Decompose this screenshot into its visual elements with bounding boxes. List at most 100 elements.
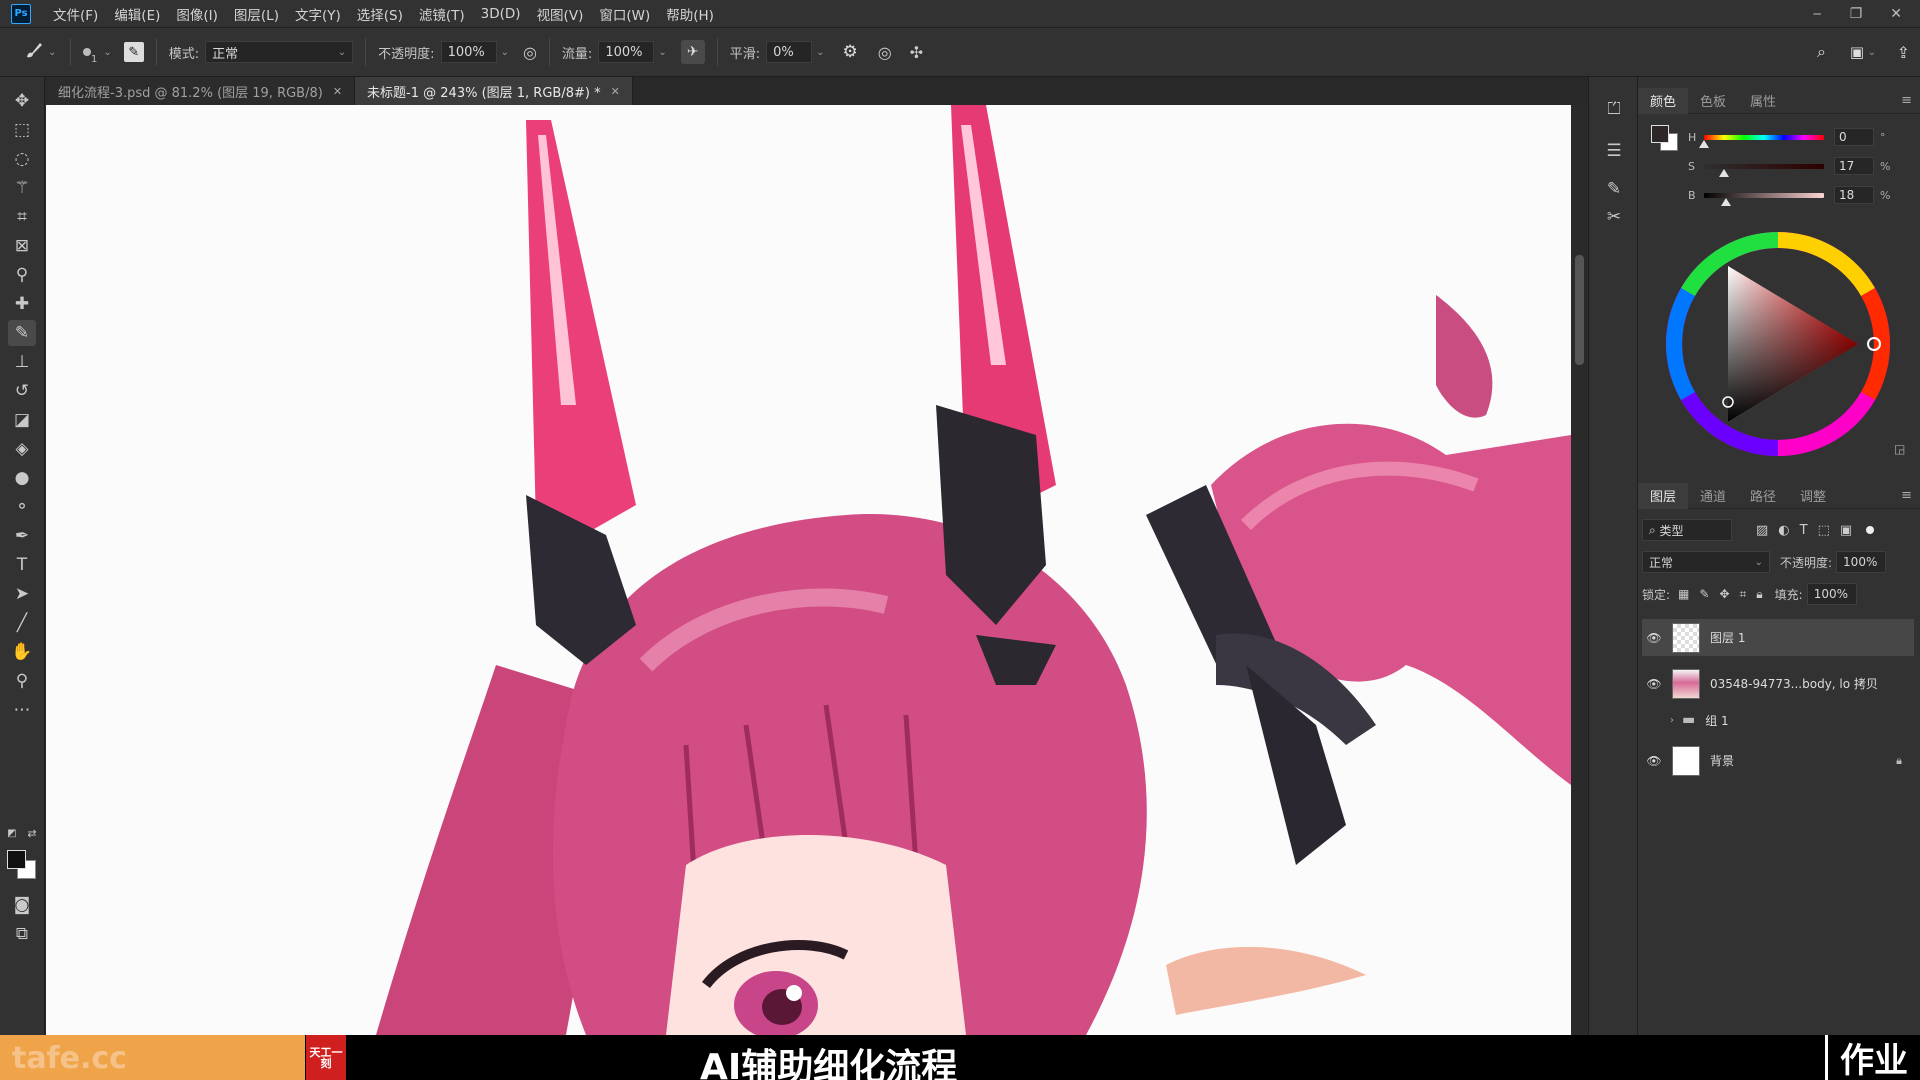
tab-layers[interactable]: 图层 [1638, 482, 1689, 509]
lock-pixels-icon[interactable]: ✎ [1699, 587, 1709, 601]
color-wheel[interactable] [1658, 224, 1898, 464]
path-selection-tool-icon[interactable]: ➤ [8, 581, 36, 607]
workspace-chevron-icon[interactable]: ⌄ [1868, 47, 1876, 58]
screen-mode-icon[interactable]: ⧉ [8, 921, 36, 947]
move-tool-icon[interactable]: ✥ [8, 88, 36, 114]
tab-color[interactable]: 颜色 [1638, 87, 1689, 114]
tab-paths[interactable]: 路径 [1738, 483, 1788, 509]
smoothing-chevron-icon[interactable]: ⌄ [816, 47, 824, 58]
smart-object-filter-icon[interactable]: ▣ [1840, 523, 1852, 538]
magic-wand-tool-icon[interactable]: ⚚ [8, 175, 36, 201]
color-fg-swatch[interactable] [1651, 125, 1669, 143]
lock-position-icon[interactable]: ✥ [1719, 587, 1729, 601]
symmetry-icon[interactable]: ✣ [910, 43, 923, 62]
tab-document-1[interactable]: 细化流程-3.psd @ 81.2% (图层 19, RGB/8) ✕ [46, 77, 356, 105]
hand-tool-icon[interactable]: ✋ [8, 639, 36, 665]
menu-window[interactable]: 窗口(W) [599, 4, 650, 24]
saturation-slider-handle[interactable] [1719, 168, 1730, 177]
filter-toggle-icon[interactable] [1866, 526, 1875, 534]
default-colors-icon[interactable]: ◩ [4, 825, 20, 841]
brush-settings-panel-icon[interactable]: ✎ [123, 42, 144, 62]
pressure-size-icon[interactable]: ◎ [878, 43, 892, 62]
smoothing-input[interactable]: 0% [766, 41, 813, 63]
lock-artboard-icon[interactable]: ⌗ [1740, 587, 1747, 602]
zoom-tool-icon[interactable]: ⚲ [8, 668, 36, 694]
close-icon[interactable]: ✕ [611, 85, 620, 98]
brush-tool-icon[interactable] [24, 40, 44, 65]
menu-type[interactable]: 文字(Y) [295, 4, 341, 24]
flow-chevron-icon[interactable]: ⌄ [658, 47, 666, 58]
color-wheel-options-icon[interactable]: ◲ [1894, 442, 1905, 456]
brush-panel-icon[interactable]: ✎ [1602, 177, 1626, 201]
menu-image[interactable]: 图像(I) [176, 4, 218, 24]
crop-tool-icon[interactable]: ⌗ [8, 204, 36, 230]
airbrush-icon[interactable]: ✈ [680, 40, 705, 64]
opacity-chevron-icon[interactable]: ⌄ [501, 47, 509, 58]
hue-input[interactable]: 0 [1834, 128, 1874, 146]
gear-icon[interactable]: ⚙ [842, 42, 857, 62]
artwork-canvas[interactable] [46, 105, 1571, 1035]
foreground-color-swatch[interactable] [7, 850, 26, 869]
dodge-tool-icon[interactable]: ⚬ [8, 494, 36, 520]
fill-input[interactable]: 100% [1806, 583, 1857, 605]
brush-picker-chevron-icon[interactable]: ⌄ [103, 47, 111, 58]
blur-tool-icon[interactable]: ● [8, 465, 36, 491]
search-icon[interactable]: ⌕ [1817, 42, 1826, 62]
lock-all-icon[interactable]: 🔒︎ [1756, 587, 1762, 602]
tab-document-2[interactable]: 未标题-1 @ 243% (图层 1, RGB/8#) * ✕ [355, 77, 633, 105]
line-tool-icon[interactable]: ╱ [8, 610, 36, 636]
paint-bucket-tool-icon[interactable]: ◈ [8, 436, 36, 462]
menu-select[interactable]: 选择(S) [357, 4, 403, 24]
layer-row-layer1[interactable]: 👁︎ 图层 1 [1642, 619, 1914, 656]
marquee-tool-icon[interactable]: ⬚ [8, 117, 36, 143]
tool-presets-icon[interactable]: ✂ [1602, 205, 1626, 229]
brush-tool-icon[interactable]: ✎ [8, 320, 36, 346]
close-icon[interactable]: ✕ [333, 85, 342, 98]
frame-tool-icon[interactable]: ⊠ [8, 233, 36, 259]
pen-tool-icon[interactable]: ✒ [8, 523, 36, 549]
brightness-slider-handle[interactable] [1720, 197, 1731, 206]
menu-view[interactable]: 视图(V) [537, 4, 584, 24]
eye-icon[interactable]: 👁︎ [1642, 677, 1666, 691]
quick-mask-icon[interactable]: ◙ [8, 892, 36, 918]
eye-icon[interactable]: 👁︎ [1642, 631, 1666, 645]
shape-filter-icon[interactable]: ⬚ [1818, 523, 1830, 538]
adjustments-panel-icon[interactable]: ☰ [1602, 139, 1626, 163]
stamp-tool-icon[interactable]: ⊥ [8, 349, 36, 375]
menu-3d[interactable]: 3D(D) [481, 6, 521, 22]
chevron-right-icon[interactable]: › [1670, 715, 1674, 726]
tab-adjustments[interactable]: 调整 [1788, 483, 1838, 509]
tab-swatches[interactable]: 色板 [1688, 88, 1738, 114]
menu-help[interactable]: 帮助(H) [666, 4, 714, 24]
restore-icon[interactable]: ❐ [1850, 6, 1863, 22]
menu-filter[interactable]: 滤镜(T) [419, 4, 465, 24]
panel-menu-icon[interactable]: ≡ [1901, 93, 1912, 108]
type-filter-icon[interactable]: T [1800, 523, 1808, 538]
healing-brush-tool-icon[interactable]: ✚ [8, 291, 36, 317]
opacity-input[interactable]: 100% [440, 41, 497, 63]
brightness-input[interactable]: 18 [1834, 186, 1874, 204]
panel-menu-icon[interactable]: ≡ [1901, 488, 1912, 503]
lock-transparency-icon[interactable]: ▦ [1678, 587, 1689, 601]
share-icon[interactable]: ⇪ [1897, 43, 1910, 62]
brightness-slider[interactable] [1704, 192, 1824, 206]
scrollbar-thumb[interactable] [1575, 255, 1584, 365]
layer-row-group1[interactable]: › ▬ 组 1 [1642, 705, 1914, 735]
image-filter-icon[interactable]: ▨ [1756, 523, 1768, 538]
flow-input[interactable]: 100% [598, 41, 655, 63]
menu-layer[interactable]: 图层(L) [234, 4, 279, 24]
saturation-slider[interactable] [1704, 163, 1824, 177]
type-tool-icon[interactable]: T [8, 552, 36, 578]
layer-opacity-input[interactable]: 100% [1836, 551, 1887, 573]
mode-select[interactable]: 正常 ⌄ [205, 41, 354, 63]
close-icon[interactable]: ✕ [1890, 6, 1902, 22]
hue-slider[interactable] [1699, 134, 1824, 148]
layer-row-image-copy[interactable]: 👁︎ 03548-94773...body, lo 拷贝 [1642, 665, 1914, 702]
lasso-tool-icon[interactable]: ◌ [8, 146, 36, 172]
hue-slider-handle[interactable] [1699, 139, 1709, 148]
adjustment-filter-icon[interactable]: ◐ [1778, 523, 1789, 538]
history-panel-icon[interactable]: ⏍ [1602, 97, 1626, 121]
vertical-scrollbar[interactable] [1571, 105, 1588, 1035]
tab-channels[interactable]: 通道 [1688, 483, 1738, 509]
layer-filter-select[interactable]: ⌕ 类型 [1642, 519, 1732, 541]
